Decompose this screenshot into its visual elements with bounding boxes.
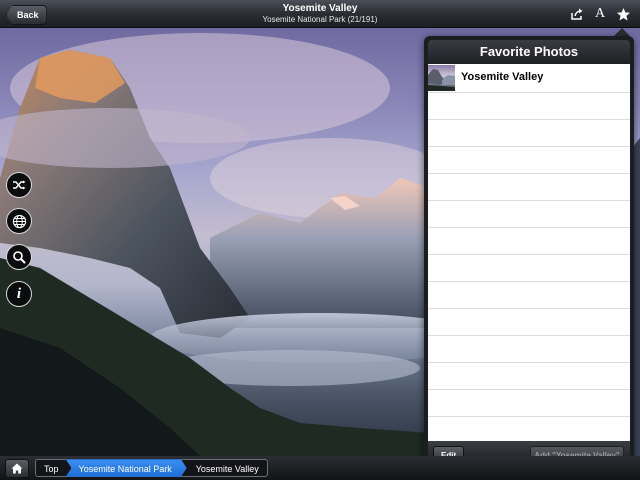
empty-row	[428, 363, 630, 390]
bottom-toolbar: Top Yosemite National Park Yosemite Vall…	[0, 456, 640, 480]
empty-row	[428, 120, 630, 147]
breadcrumb-item-valley[interactable]: Yosemite Valley	[180, 459, 268, 477]
breadcrumb: Top Yosemite National Park Yosemite Vall…	[35, 459, 268, 477]
breadcrumb-item-park[interactable]: Yosemite National Park	[66, 459, 187, 477]
text-size-glyph: A	[594, 6, 606, 21]
info-icon: i	[16, 285, 22, 302]
favorite-item-label: Yosemite Valley	[461, 71, 544, 83]
empty-row	[428, 174, 630, 201]
empty-row	[428, 309, 630, 336]
empty-row	[428, 417, 630, 441]
empty-row	[428, 147, 630, 174]
home-icon	[11, 463, 23, 474]
globe-icon	[12, 214, 26, 228]
favorites-popover: Favorite Photos Yosemite Valley Edit	[424, 36, 634, 472]
search-icon	[13, 251, 26, 264]
star-icon[interactable]	[614, 5, 632, 23]
text-size-icon[interactable]: A	[591, 5, 609, 23]
page-subtitle: Yosemite National Park (21/191)	[262, 15, 378, 24]
empty-row	[428, 93, 630, 120]
home-button[interactable]	[5, 459, 29, 478]
shuffle-button[interactable]	[6, 172, 32, 198]
popover-arrow	[614, 28, 630, 36]
navigation-bar: Back Yosemite Valley Yosemite National P…	[0, 0, 640, 28]
empty-row	[428, 228, 630, 255]
empty-row	[428, 390, 630, 417]
empty-row	[428, 282, 630, 309]
empty-row	[428, 201, 630, 228]
empty-row	[428, 255, 630, 282]
empty-row	[428, 336, 630, 363]
popover-title: Favorite Photos	[428, 40, 630, 64]
shuffle-icon	[13, 180, 26, 190]
info-button[interactable]: i	[6, 281, 32, 307]
share-icon[interactable]	[568, 5, 586, 23]
map-button[interactable]	[6, 208, 32, 234]
favorite-item[interactable]: Yosemite Valley	[428, 64, 630, 93]
page-title: Yosemite Valley	[282, 3, 358, 14]
breadcrumb-item-top[interactable]: Top	[35, 459, 72, 477]
search-button[interactable]	[6, 244, 32, 270]
favorite-thumbnail	[428, 65, 455, 91]
favorites-list: Yosemite Valley	[428, 64, 630, 441]
